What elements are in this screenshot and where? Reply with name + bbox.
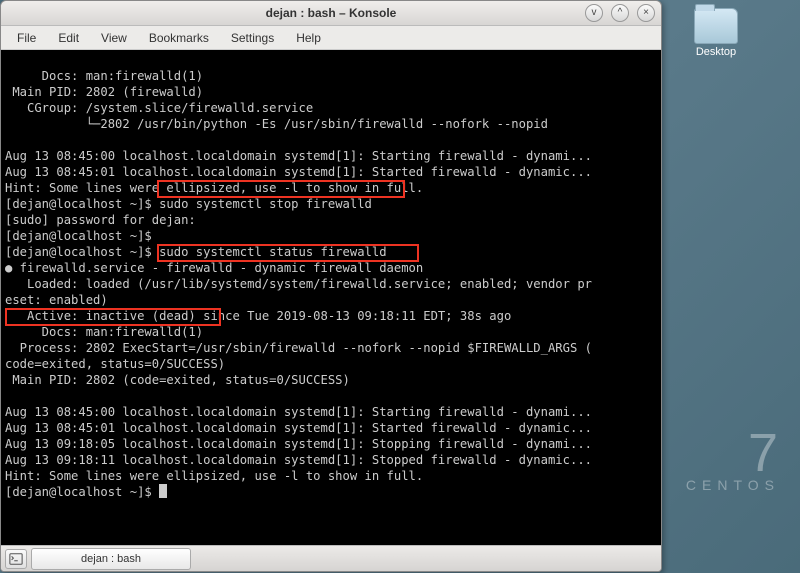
folder-icon [694,8,738,44]
terminal-output[interactable]: Docs: man:firewalld(1) Main PID: 2802 (f… [1,50,661,545]
cursor [159,484,167,498]
term-line: Docs: man:firewalld(1) [5,69,203,83]
term-line: Process: 2802 ExecStart=/usr/sbin/firewa… [5,341,592,355]
term-line: Aug 13 08:45:00 localhost.localdomain sy… [5,149,592,163]
term-line: since Tue 2019-08-13 09:18:11 EDT; 38s a… [196,309,512,323]
menu-edit[interactable]: Edit [48,28,89,48]
term-line: Hint: Some lines were ellipsized, use -l… [5,469,423,483]
term-line: Aug 13 08:45:01 localhost.localdomain sy… [5,421,592,435]
tab-current[interactable]: dejan : bash [31,548,191,570]
term-line: eset: enabled) [5,293,108,307]
centos-name: CENTOS [686,477,780,493]
term-line: Main PID: 2802 (code=exited, status=0/SU… [5,373,350,387]
term-line: ● firewalld.service - firewalld - dynami… [5,261,423,275]
term-line: CGroup: /system.slice/firewalld.service [5,101,313,115]
command-text: sudo systemctl stop firewalld [159,197,372,211]
term-line: Aug 13 09:18:05 localhost.localdomain sy… [5,437,592,451]
menu-bookmarks[interactable]: Bookmarks [139,28,219,48]
term-line: Main PID: 2802 (firewalld) [5,85,203,99]
command-text: sudo systemctl status firewalld [159,245,386,259]
menu-settings[interactable]: Settings [221,28,284,48]
maximize-button[interactable]: ^ [611,4,629,22]
minimize-button[interactable]: v [585,4,603,22]
term-line: Aug 13 09:18:11 localhost.localdomain sy… [5,453,592,467]
desktop-folder[interactable]: Desktop [672,8,760,58]
shell-prompt: [dejan@localhost ~]$ [5,229,159,243]
term-line: Aug 13 08:45:00 localhost.localdomain sy… [5,405,592,419]
titlebar[interactable]: dejan : bash – Konsole v ^ × [1,1,661,26]
menubar: File Edit View Bookmarks Settings Help [1,26,661,50]
centos-watermark: 7 CENTOS [686,416,780,493]
term-line: Loaded: loaded (/usr/lib/systemd/system/… [5,277,592,291]
tabbar: dejan : bash [1,545,661,571]
konsole-window: dejan : bash – Konsole v ^ × File Edit V… [0,0,662,572]
window-controls: v ^ × [585,4,655,22]
window-title: dejan : bash – Konsole [266,6,397,20]
term-line: Hint: Some lines were ellipsized, use -l… [5,181,423,195]
term-line: [sudo] password for dejan: [5,213,196,227]
shell-prompt: [dejan@localhost ~]$ [5,485,159,499]
term-line: Docs: man:firewalld(1) [5,325,203,339]
term-line: └─2802 /usr/bin/python -Es /usr/sbin/fir… [5,117,548,131]
terminal-icon [9,552,23,566]
centos-version: 7 [748,423,780,483]
menu-help[interactable]: Help [286,28,331,48]
menu-file[interactable]: File [7,28,46,48]
shell-prompt: [dejan@localhost ~]$ [5,245,159,259]
term-line: Aug 13 08:45:01 localhost.localdomain sy… [5,165,592,179]
close-button[interactable]: × [637,4,655,22]
menu-view[interactable]: View [91,28,137,48]
status-active: Active: inactive (dead) [5,309,196,323]
term-line: code=exited, status=0/SUCCESS) [5,357,225,371]
shell-prompt: [dejan@localhost ~]$ [5,197,159,211]
desktop-folder-label: Desktop [672,46,760,58]
tab-label: dejan : bash [81,553,141,565]
new-tab-button[interactable] [5,549,27,569]
